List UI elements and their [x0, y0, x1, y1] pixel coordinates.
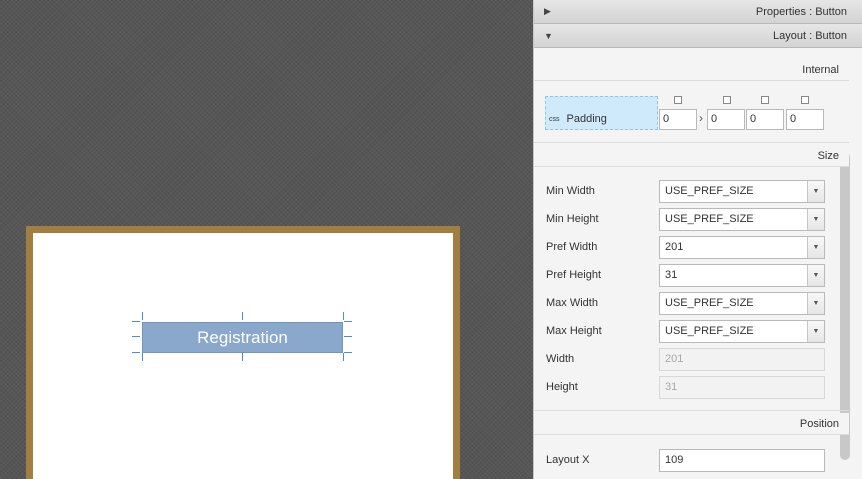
height-label: Height	[546, 381, 578, 393]
registration-button[interactable]: Registration	[142, 322, 343, 353]
padding-bottom-icon	[761, 96, 769, 104]
pref-width-label: Pref Width	[546, 241, 598, 253]
properties-section-title: Properties : Button	[755, 5, 847, 18]
layout-section-title: Layout : Button	[772, 29, 847, 42]
design-canvas[interactable]: Registration	[0, 0, 533, 479]
padding-top-icon	[674, 96, 682, 104]
pref-height-label: Pref Height	[546, 269, 602, 281]
padding-left-icon	[801, 96, 809, 104]
selection-handle-bottom-right[interactable]	[343, 353, 344, 361]
padding-top-input[interactable]: 0	[659, 109, 697, 130]
max-width-combo[interactable]: USE_PREF_SIZE ▼	[659, 292, 825, 315]
pref-width-combo[interactable]: 201 ▼	[659, 236, 825, 259]
max-height-combo[interactable]: USE_PREF_SIZE ▼	[659, 320, 825, 343]
css-tag: css	[549, 116, 560, 123]
selection-handle-top-left[interactable]	[132, 321, 140, 322]
layout-x-input[interactable]: 109	[659, 449, 825, 472]
collapse-arrow-icon[interactable]: ▼	[544, 31, 553, 41]
scene-frame: Registration	[26, 226, 460, 479]
min-height-combo[interactable]: USE_PREF_SIZE ▼	[659, 208, 825, 231]
selection-handle-middle-left[interactable]	[132, 336, 140, 337]
height-readonly-field: 31	[659, 376, 825, 399]
chevron-down-icon[interactable]: ▼	[807, 321, 824, 342]
section-divider	[534, 410, 849, 411]
chevron-down-icon[interactable]: ▼	[807, 265, 824, 286]
selection-handle-top-center[interactable]	[242, 312, 243, 320]
min-width-combo[interactable]: USE_PREF_SIZE ▼	[659, 180, 825, 203]
width-readonly-field: 201	[659, 348, 825, 371]
min-width-label: Min Width	[546, 185, 595, 197]
max-height-label: Max Height	[546, 325, 602, 337]
pref-height-combo[interactable]: 31 ▼	[659, 264, 825, 287]
scene-content-area[interactable]: Registration	[33, 233, 453, 479]
padding-link-chevron-icon[interactable]: ›	[699, 111, 703, 125]
size-subheader: Size	[534, 145, 849, 167]
selection-handle-top-right[interactable]	[344, 321, 352, 322]
padding-property-label[interactable]: css Padding	[545, 96, 658, 130]
selection-handle-bottom-left[interactable]	[142, 353, 143, 361]
padding-label: Padding	[566, 113, 607, 125]
expand-arrow-icon[interactable]: ▶	[544, 6, 551, 17]
selection-handle-top-right[interactable]	[343, 312, 344, 320]
layout-section-header[interactable]: ▼ Layout : Button	[534, 24, 862, 48]
padding-right-icon	[723, 96, 731, 104]
padding-bottom-input[interactable]: 0	[746, 109, 784, 130]
chevron-down-icon[interactable]: ▼	[807, 181, 824, 202]
section-divider	[534, 142, 849, 143]
selection-handle-top-left[interactable]	[142, 312, 143, 320]
properties-section-header[interactable]: ▶ Properties : Button	[534, 0, 862, 24]
selection-handle-bottom-right[interactable]	[344, 352, 352, 353]
layout-x-label: Layout X	[546, 454, 590, 466]
scrollbar-track[interactable]	[849, 48, 862, 479]
min-height-label: Min Height	[546, 213, 599, 225]
internal-subheader: Internal	[534, 59, 849, 81]
chevron-down-icon[interactable]: ▼	[807, 209, 824, 230]
selection-handle-bottom-center[interactable]	[242, 353, 243, 361]
selection-handle-bottom-left[interactable]	[132, 352, 140, 353]
selection-handle-middle-right[interactable]	[344, 336, 352, 337]
padding-row: css Padding 0 › 0 0 0	[534, 94, 849, 132]
chevron-down-icon[interactable]: ▼	[807, 293, 824, 314]
inspector-panel: ▶ Properties : Button ▼ Layout : Button …	[533, 0, 862, 479]
position-subheader: Position	[534, 413, 849, 435]
max-width-label: Max Width	[546, 297, 598, 309]
padding-right-input[interactable]: 0	[707, 109, 745, 130]
chevron-down-icon[interactable]: ▼	[807, 237, 824, 258]
width-label: Width	[546, 353, 575, 365]
padding-left-input[interactable]: 0	[786, 109, 824, 130]
